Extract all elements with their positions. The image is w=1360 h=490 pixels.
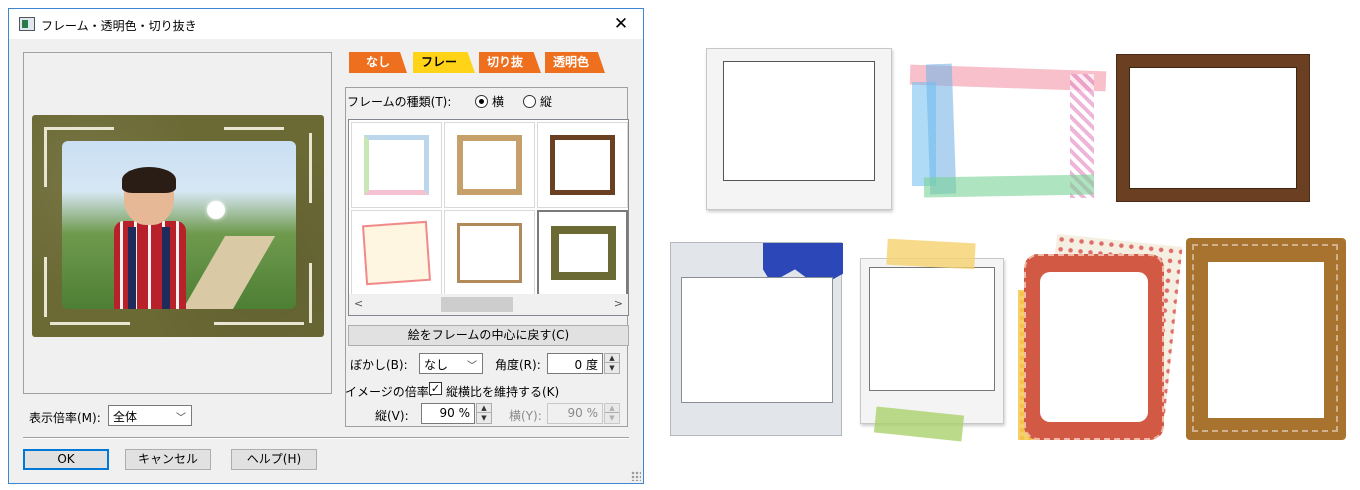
frame-decoration [214, 322, 304, 325]
vertical-label: 縦(V): [375, 409, 409, 423]
resize-grip-icon[interactable] [631, 471, 641, 481]
radio-empty-icon [523, 95, 536, 108]
frame-thumb-kraft[interactable] [444, 122, 535, 208]
radio-vertical[interactable]: 縦 [523, 93, 552, 110]
gallery-scrollbar[interactable]: < > [349, 294, 628, 315]
frame-gallery[interactable]: < > [348, 119, 629, 316]
close-icon[interactable]: ✕ [599, 9, 643, 39]
cancel-button[interactable]: キャンセル [125, 449, 211, 470]
arrow-down-icon: ▼ [609, 414, 615, 422]
radio-selected-icon [475, 95, 488, 108]
divider [23, 437, 629, 439]
brown-frame-image [1116, 54, 1310, 202]
preview-frame-image [32, 115, 324, 337]
chevron-down-icon: ﹀ [467, 361, 477, 372]
app-icon [19, 17, 35, 31]
frame-decoration [224, 127, 284, 130]
preview-photo [62, 141, 296, 309]
frame-dialog: フレーム・透明色・切り抜き ✕ 表示倍率(M): 全体 ﹀ なし フレーム 切り… [8, 8, 644, 484]
tab-frame[interactable]: フレーム [413, 52, 475, 73]
frame-decoration [309, 263, 312, 323]
arrow-down-icon[interactable]: ▼ [477, 414, 491, 423]
polaroid-frame-image [706, 48, 892, 210]
tab-crop[interactable]: 切り抜き [479, 52, 541, 73]
arrow-up-icon[interactable]: ▲ [605, 354, 619, 363]
frame-thumb-olive[interactable] [537, 210, 628, 296]
frame-decoration [44, 127, 47, 187]
tab-none[interactable]: なし [349, 52, 407, 73]
dialog-title: フレーム・透明色・切り抜き [41, 19, 197, 33]
ok-button[interactable]: OK [23, 449, 109, 470]
angle-label: 角度(R): [495, 358, 541, 372]
angle-stepper[interactable]: ▲ ▼ [604, 353, 620, 374]
stitched-red-frame-image [1018, 233, 1183, 440]
frame-decoration [44, 257, 47, 317]
scroll-right-icon[interactable]: > [614, 297, 623, 310]
title-bar: フレーム・透明色・切り抜き ✕ [9, 9, 643, 39]
center-picture-button[interactable]: 絵をフレームの中心に戻す(C) [348, 325, 629, 346]
preview-pane [23, 52, 332, 394]
frame-thumb-brown[interactable] [537, 122, 628, 208]
arrow-down-icon[interactable]: ▼ [605, 364, 619, 373]
vertical-scale-input[interactable]: 90 % [421, 403, 475, 424]
help-button[interactable]: ヘルプ(H) [231, 449, 317, 470]
frame-decoration [50, 322, 130, 325]
blur-select[interactable]: なし ﹀ [419, 353, 483, 374]
frame-decoration [44, 127, 114, 130]
photo-dandelion [207, 201, 225, 219]
keep-ratio-label: 縦横比を維持する(K) [446, 385, 560, 399]
blur-label: ぼかし(B): [350, 358, 408, 372]
polaroid-tape-frame-image [860, 238, 1004, 442]
angle-input[interactable]: 0 度 [547, 353, 603, 374]
horizontal-scale-input: 90 % [547, 403, 603, 424]
zoom-select[interactable]: 全体 ﹀ [108, 405, 192, 426]
horizontal-stepper: ▲ ▼ [604, 403, 620, 424]
scroll-left-icon[interactable]: < [354, 297, 363, 310]
frame-decoration [309, 133, 312, 203]
scrollbar-thumb[interactable] [441, 297, 513, 312]
tab-transparent[interactable]: 透明色 [545, 52, 605, 73]
masking-tape-frame-image [906, 56, 1107, 202]
vertical-stepper[interactable]: ▲ ▼ [476, 403, 492, 424]
zoom-label: 表示倍率(M): [29, 411, 101, 425]
keep-ratio-checkbox[interactable]: ✓ [429, 382, 442, 395]
kraft-ornament-frame-image [1186, 238, 1346, 440]
horizontal-label: 横(Y): [509, 409, 542, 423]
chevron-down-icon: ﹀ [176, 413, 186, 424]
frame-thumb-paper[interactable] [351, 210, 442, 296]
frame-thumb-wood[interactable] [444, 210, 535, 296]
image-scale-label: イメージの倍率: [345, 385, 433, 399]
frame-thumb-tape[interactable] [351, 122, 442, 208]
photo-path [178, 236, 276, 309]
radio-horizontal[interactable]: 横 [475, 93, 504, 110]
photo-child [114, 167, 186, 309]
frame-type-label: フレームの種類(T): [347, 95, 452, 109]
arrow-up-icon: ▲ [605, 404, 619, 413]
newspaper-frame-image [670, 242, 843, 436]
arrow-up-icon[interactable]: ▲ [477, 404, 491, 413]
